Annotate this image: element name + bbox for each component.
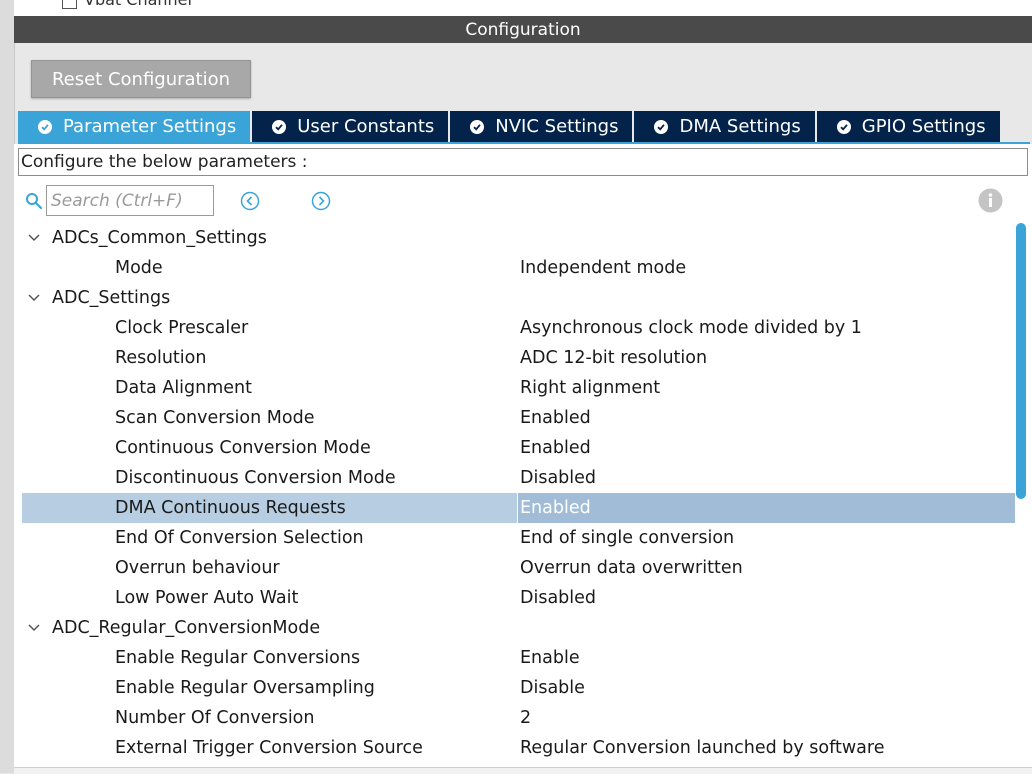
parameter-value[interactable]: Disabled [520,583,596,613]
configuration-header: Configuration [14,16,1032,43]
configuration-title: Configuration [465,19,581,40]
info-icon[interactable] [978,188,1003,213]
selected-value-cell[interactable] [517,493,1015,523]
parameter-name: Data Alignment [115,378,253,398]
parameter-name: Enable Regular Oversampling [115,678,375,698]
parameter-value[interactable]: Overrun data overwritten [520,553,743,583]
circle-chevron-right-icon[interactable] [311,191,331,211]
parameter-value[interactable]: Disable [520,673,585,703]
search-icon [26,193,43,210]
parameter-row[interactable]: Low Power Auto Wait Disabled [22,583,1014,613]
tab-label: DMA Settings [679,116,801,137]
parameter-row[interactable]: Enable Regular Oversampling Disable [22,673,1014,703]
parameter-value[interactable]: Disabled [520,463,596,493]
parameter-row[interactable]: Enable Regular Conversions Enable [22,643,1014,673]
parameter-name: Discontinuous Conversion Mode [115,468,396,488]
parameter-name: Resolution [115,348,207,368]
parameter-value[interactable]: ADC 12-bit resolution [520,343,707,373]
parameter-name: Mode [115,258,163,278]
parameter-name: Scan Conversion Mode [115,408,315,428]
tab-dma-settings[interactable]: DMA Settings [634,111,815,142]
parameter-value[interactable]: Asynchronous clock mode divided by 1 [520,313,862,343]
scrollbar-thumb[interactable] [1016,223,1026,499]
parameter-value[interactable]: Regular Conversion launched by software [520,733,884,763]
group-name: ADCs_Common_Settings [52,228,267,248]
tab-label: User Constants [297,116,435,137]
configure-parameters-label: Configure the below parameters : [18,148,1028,176]
parameter-row[interactable]: Scan Conversion Mode Enabled [22,403,1014,433]
tab-label: NVIC Settings [495,116,619,137]
parameter-value[interactable]: End of single conversion [520,523,734,553]
parameter-value[interactable]: Right alignment [520,373,660,403]
settings-tabs: Parameter Settings User Constants NVIC S… [18,111,1002,142]
parameter-name: Enable Regular Conversions [115,648,361,668]
parameter-value[interactable]: Independent mode [520,253,686,283]
parameter-row[interactable]: Continuous Conversion Mode Enabled [22,433,1014,463]
tree-group-row[interactable]: ADCs_Common_Settings [22,223,1014,253]
tab-user-constants[interactable]: User Constants [252,111,449,142]
check-circle-icon [836,119,851,134]
parameter-tree: ADCs_Common_Settings Mode Independent mode… [22,223,1015,763]
parameter-value[interactable]: Enabled [520,403,591,433]
parameter-name: End Of Conversion Selection [115,528,364,548]
parameter-value[interactable]: 2 [520,703,531,733]
check-circle-icon [654,119,669,134]
parameter-row[interactable]: DMA Continuous Requests Enabled [22,493,1015,523]
tree-group-row[interactable]: ADC_Regular_ConversionMode [22,613,1014,643]
vbat-channel-checkbox[interactable] [62,0,77,9]
vbat-channel-label: Vbat Channel [84,0,192,9]
search-input[interactable] [46,185,214,216]
chevron-down-icon[interactable] [27,622,41,634]
parameter-row[interactable]: Mode Independent mode [22,253,1014,283]
check-circle-icon [38,119,52,134]
parameter-name: DMA Continuous Requests [115,498,346,518]
check-circle-icon [272,119,287,134]
parameter-value[interactable]: Enabled [520,493,591,523]
previous-section-strip: Vbat Channel [14,0,1032,16]
parameter-row[interactable]: Number Of Conversion 2 [22,703,1014,733]
parameter-name: Low Power Auto Wait [115,588,299,608]
reset-configuration-button[interactable]: Reset Configuration [31,60,251,98]
tab-nvic-settings[interactable]: NVIC Settings [450,111,633,142]
tree-group-row[interactable]: ADC_Settings [22,283,1014,313]
tab-label: Parameter Settings [63,116,237,137]
chevron-down-icon[interactable] [27,292,41,304]
parameter-name: Continuous Conversion Mode [115,438,371,458]
chevron-down-icon[interactable] [27,232,41,244]
parameter-row[interactable]: Resolution ADC 12-bit resolution [22,343,1014,373]
tab-parameter-settings[interactable]: Parameter Settings [18,111,251,142]
group-name: ADC_Regular_ConversionMode [52,618,321,638]
tab-gpio-settings[interactable]: GPIO Settings [816,111,1000,142]
parameter-row[interactable]: External Trigger Conversion Source Regula… [22,733,1014,763]
window-left-border [0,0,15,773]
parameter-name: Number Of Conversion [115,708,315,728]
group-name: ADC_Settings [52,288,171,308]
parameter-name: Clock Prescaler [115,318,249,338]
check-circle-icon [470,119,485,134]
parameter-row[interactable]: Clock Prescaler Asynchronous clock mode d… [22,313,1014,343]
parameter-name: External Trigger Conversion Source [115,738,423,758]
parameter-row[interactable]: Overrun behaviour Overrun data overwritte… [22,553,1014,583]
parameter-row[interactable]: Discontinuous Conversion Mode Disabled [22,463,1014,493]
parameter-row[interactable]: End Of Conversion Selection End of single… [22,523,1014,553]
parameter-value[interactable]: Enabled [520,433,591,463]
circle-chevron-left-icon[interactable] [240,191,260,211]
parameter-row[interactable]: Data Alignment Right alignment [22,373,1014,403]
tab-label: GPIO Settings [861,116,986,137]
parameter-name: Overrun behaviour [115,558,280,578]
parameter-value[interactable]: Enable [520,643,580,673]
